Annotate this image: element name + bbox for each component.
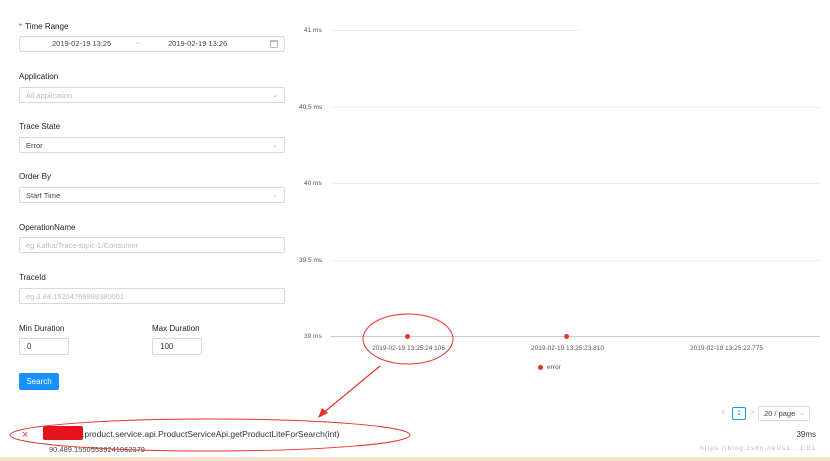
- trace-duration-bar: [0, 457, 830, 461]
- application-placeholder: All application: [26, 90, 73, 100]
- min-duration-input[interactable]: 0: [19, 338, 69, 355]
- y-tick-label: 40 ms: [304, 180, 322, 187]
- x-tick-label: 2019-02-19 13:25:24.106: [372, 345, 446, 352]
- trace-state-select[interactable]: Error ⌄: [19, 137, 285, 153]
- pagination-page[interactable]: 1: [732, 407, 746, 420]
- error-close-icon: ×: [22, 429, 29, 441]
- grid-line: [330, 107, 820, 108]
- grid-line: [330, 183, 820, 184]
- trace-id-input[interactable]: eg 3.84.15204769998380001: [19, 288, 285, 304]
- chevron-down-icon: ⌄: [272, 92, 278, 99]
- operation-name-placeholder: eg Kafka/Trace-topic-1/Consumer: [26, 240, 139, 250]
- time-range-label: * Time Range: [19, 22, 69, 31]
- trace-operation-name[interactable]: .product.service.api.ProductServiceApi.g…: [82, 429, 339, 439]
- min-duration-label: Min Duration: [19, 324, 65, 333]
- page-size-select[interactable]: 20 / page ⌄: [758, 406, 810, 421]
- calendar-icon[interactable]: [270, 40, 278, 48]
- order-by-value: Start Time: [26, 190, 61, 200]
- pagination-next[interactable]: >: [750, 408, 755, 417]
- x-axis-line: [330, 336, 820, 337]
- data-point[interactable]: [405, 334, 410, 339]
- x-tick-label: 2019-02-19 13:25:23.810: [531, 345, 605, 352]
- time-range-picker[interactable]: 2019-02-19 13:25 ~ 2019-02-19 13:26: [19, 36, 285, 52]
- trace-duration: 39ms: [796, 430, 816, 439]
- grid-line: [330, 260, 820, 261]
- y-tick-label: 41 ms: [304, 27, 322, 34]
- chevron-down-icon: ⌄: [272, 192, 278, 199]
- y-tick-label: 39 ms: [304, 333, 322, 340]
- application-select[interactable]: All application ⌄: [19, 87, 285, 103]
- range-start[interactable]: 2019-02-19 13:25: [52, 39, 111, 48]
- application-label: Application: [19, 72, 59, 81]
- grid-line: [330, 30, 580, 31]
- legend-label: error: [547, 364, 561, 371]
- max-duration-input[interactable]: 100: [152, 338, 202, 355]
- watermark: https://blog.csdn.net/s1...1.01: [700, 445, 816, 452]
- y-tick-label: 40.5 ms: [299, 104, 323, 111]
- range-separator: ~: [136, 39, 141, 48]
- data-point[interactable]: [564, 334, 569, 339]
- x-tick-label: 2019-02-19 13:25:22.775: [690, 345, 764, 352]
- redaction-mark: [43, 426, 83, 440]
- trace-state-value: Error: [26, 140, 43, 150]
- chart-legend[interactable]: error: [538, 364, 561, 371]
- page-size-value: 20 / page: [764, 409, 796, 418]
- order-by-select[interactable]: Start Time ⌄: [19, 187, 285, 203]
- operation-name-label: OperationName: [19, 223, 76, 232]
- chevron-down-icon: ⌄: [272, 142, 278, 149]
- trace-scatter-chart: 41 ms 40.5 ms 40 ms 39.5 ms 39 ms 2019-0…: [290, 15, 830, 385]
- search-button[interactable]: Search: [19, 373, 59, 390]
- range-end[interactable]: 2019-02-19 13:26: [168, 39, 227, 48]
- trace-id-placeholder: eg 3.84.15204769998380001: [26, 291, 125, 301]
- trace-state-label: Trace State: [19, 122, 61, 131]
- chevron-down-icon: ⌄: [799, 410, 805, 417]
- operation-name-input[interactable]: eg Kafka/Trace-topic-1/Consumer: [19, 237, 285, 253]
- trace-id-label: TraceId: [19, 273, 46, 282]
- annotation-arrow-head: [318, 408, 328, 418]
- legend-marker: [538, 365, 543, 370]
- pagination-prev[interactable]: <: [721, 408, 726, 417]
- trace-id-value: 90.489.15505539241062379: [49, 445, 145, 454]
- order-by-label: Order By: [19, 172, 52, 181]
- max-duration-label: Max Duration: [152, 324, 200, 333]
- y-tick-label: 39.5 ms: [299, 257, 323, 264]
- trace-list-item[interactable]: × .product.service.api.ProductServiceApi…: [0, 424, 830, 461]
